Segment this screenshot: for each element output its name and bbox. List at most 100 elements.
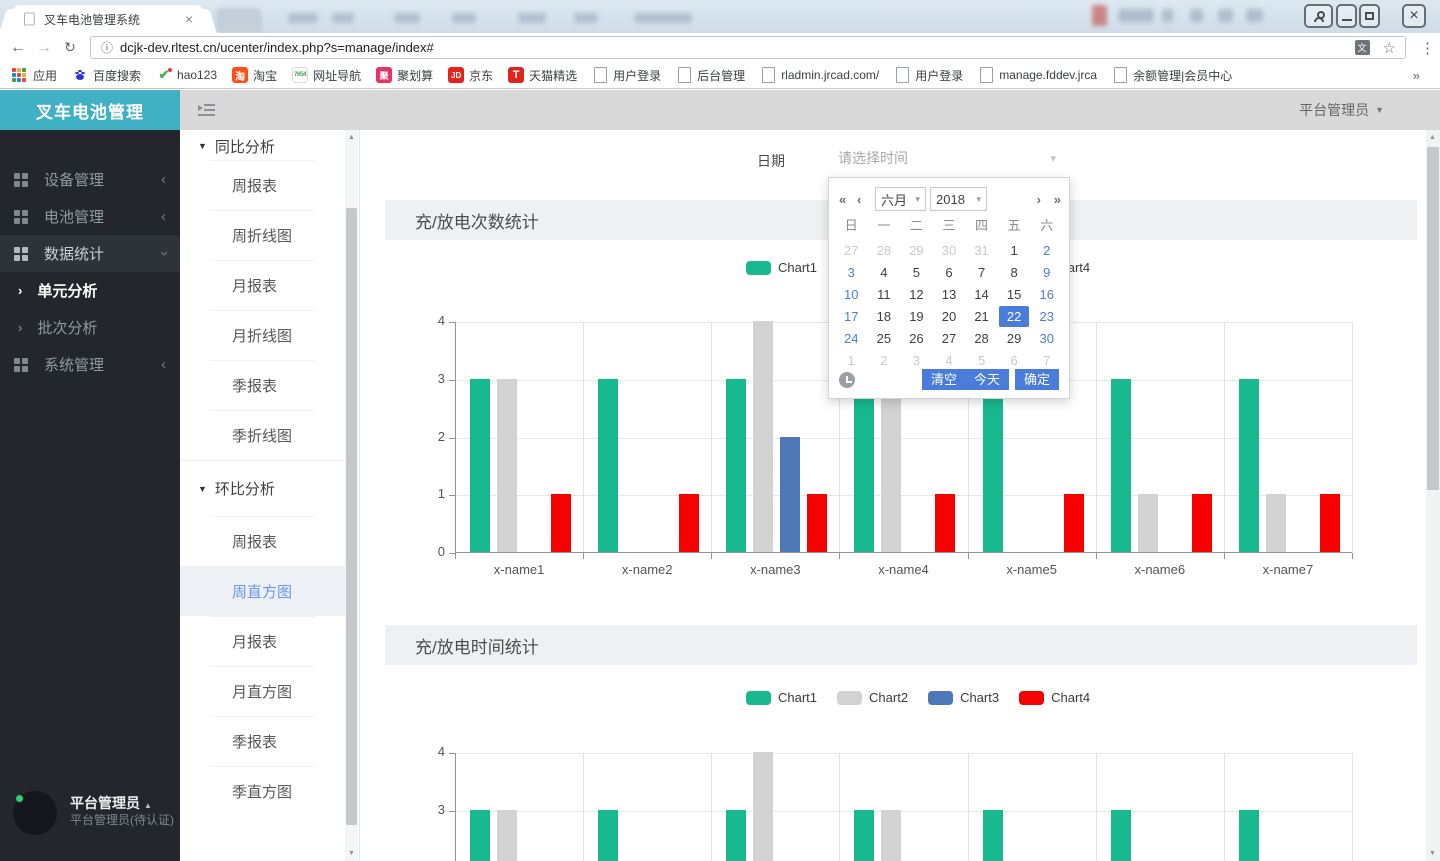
submenu-group-环比分析[interactable]: ▼环比分析 <box>180 460 345 516</box>
scroll-up-icon[interactable]: ▲ <box>345 130 358 145</box>
calendar-day-2[interactable]: 2 <box>1030 239 1063 261</box>
bookmark-item[interactable]: 后台管理 <box>676 67 745 84</box>
bookmarks-overflow-chevron[interactable]: » <box>1413 68 1428 83</box>
sidebar-user-block[interactable]: 平台管理员▲ 平台管理员(待认证) <box>0 785 180 857</box>
calendar-day-28[interactable]: 28 <box>965 327 998 349</box>
site-info-icon[interactable]: ⓘ <box>101 39 113 56</box>
bookmark-item[interactable]: 淘淘宝 <box>232 67 277 84</box>
scroll-up-icon[interactable]: ▲ <box>1426 130 1439 145</box>
bookmark-item[interactable]: T天猫精选 <box>508 67 577 84</box>
calendar-day-30[interactable]: 30 <box>933 239 966 261</box>
submenu-item-月报表[interactable]: 月报表 <box>180 616 345 666</box>
browser-profile-button[interactable] <box>1304 4 1333 28</box>
calendar-day-2[interactable]: 2 <box>868 349 901 371</box>
sidebar-item-设备管理[interactable]: 设备管理‹ <box>0 161 180 198</box>
calendar-day-14[interactable]: 14 <box>965 283 998 305</box>
sidebar-collapse-icon[interactable] <box>198 104 215 116</box>
calendar-day-24[interactable]: 24 <box>835 327 868 349</box>
forward-button[interactable]: → <box>32 33 56 62</box>
legend-item-Chart4[interactable]: Chart4 <box>1019 690 1090 705</box>
calendar-day-16[interactable]: 16 <box>1030 283 1063 305</box>
calendar-day-3[interactable]: 3 <box>835 261 868 283</box>
calendar-day-19[interactable]: 19 <box>900 305 933 327</box>
url-text[interactable]: dcjk-dev.rltest.cn/ucenter/index.php?s=m… <box>120 40 1355 55</box>
bookmark-item[interactable]: JD京东 <box>448 67 493 84</box>
bookmark-item[interactable]: 7654网址导航 <box>292 67 361 84</box>
date-select-input[interactable]: 请选择时间 ▾ <box>838 143 1062 173</box>
calendar-day-3[interactable]: 3 <box>900 349 933 371</box>
calendar-day-4[interactable]: 4 <box>868 261 901 283</box>
bookmark-item[interactable]: 百度搜索 <box>72 67 141 84</box>
scroll-down-icon[interactable]: ▼ <box>1426 846 1439 861</box>
clear-button[interactable]: 清空 <box>922 369 966 390</box>
browser-menu-icon[interactable]: ⋮ <box>1418 33 1436 62</box>
calendar-day-6[interactable]: 6 <box>998 349 1031 371</box>
prev-year-icon[interactable]: « <box>839 187 846 211</box>
submenu-item-周报表[interactable]: 周报表 <box>180 160 345 210</box>
url-bar[interactable]: ⓘ dcjk-dev.rltest.cn/ucenter/index.php?s… <box>90 36 1406 59</box>
prev-month-icon[interactable]: ‹ <box>857 187 861 211</box>
legend-item-Chart1[interactable]: Chart1 <box>746 260 817 275</box>
confirm-button[interactable]: 确定 <box>1015 369 1059 390</box>
topbar-user-menu[interactable]: 平台管理员 ▼ <box>1299 90 1384 130</box>
sidebar-item-批次分析[interactable]: ›批次分析 <box>0 309 180 346</box>
bookmark-item[interactable]: 用户登录 <box>592 67 661 84</box>
today-button[interactable]: 今天 <box>965 369 1009 390</box>
bookmark-apps[interactable]: 应用 <box>33 67 57 84</box>
legend-item-Chart1[interactable]: Chart1 <box>746 690 817 705</box>
sidebar-item-单元分析[interactable]: ›单元分析 <box>0 272 180 309</box>
submenu-item-月直方图[interactable]: 月直方图 <box>180 666 345 716</box>
calendar-day-4[interactable]: 4 <box>933 349 966 371</box>
calendar-day-15[interactable]: 15 <box>998 283 1031 305</box>
active-tab[interactable]: 叉车电池管理系统 × <box>12 5 204 33</box>
submenu-item-周报表[interactable]: 周报表 <box>180 516 345 566</box>
calendar-day-29[interactable]: 29 <box>998 327 1031 349</box>
calendar-day-7[interactable]: 7 <box>965 261 998 283</box>
calendar-day-9[interactable]: 9 <box>1030 261 1063 283</box>
calendar-day-7[interactable]: 7 <box>1030 349 1063 371</box>
window-maximize-button[interactable] <box>1359 4 1380 28</box>
calendar-day-11[interactable]: 11 <box>868 283 901 305</box>
calendar-day-29[interactable]: 29 <box>900 239 933 261</box>
clock-icon[interactable] <box>839 372 855 388</box>
calendar-day-10[interactable]: 10 <box>835 283 868 305</box>
sidebar-item-数据统计[interactable]: 数据统计‹ <box>0 235 180 272</box>
calendar-day-12[interactable]: 12 <box>900 283 933 305</box>
legend-item-Chart3[interactable]: Chart3 <box>928 690 999 705</box>
bookmark-item[interactable]: 用户登录 <box>894 67 963 84</box>
submenu-item-月报表[interactable]: 月报表 <box>180 260 345 310</box>
calendar-day-20[interactable]: 20 <box>933 305 966 327</box>
calendar-day-28[interactable]: 28 <box>868 239 901 261</box>
submenu-scrollbar[interactable]: ▲ ▼ <box>345 130 358 861</box>
calendar-day-27[interactable]: 27 <box>835 239 868 261</box>
bookmark-item[interactable]: manage.fddev.jrca <box>978 67 1097 83</box>
calendar-day-1[interactable]: 1 <box>998 239 1031 261</box>
calendar-day-1[interactable]: 1 <box>835 349 868 371</box>
bookmark-item[interactable]: ✔hao123 <box>156 67 217 83</box>
submenu-item-周折线图[interactable]: 周折线图 <box>180 210 345 260</box>
tab-close-icon[interactable]: × <box>183 11 195 27</box>
calendar-day-27[interactable]: 27 <box>933 327 966 349</box>
sidebar-item-系统管理[interactable]: 系统管理‹ <box>0 346 180 383</box>
main-scrollbar[interactable]: ▲ ▼ <box>1426 130 1440 861</box>
calendar-day-6[interactable]: 6 <box>933 261 966 283</box>
bookmark-star-icon[interactable]: ☆ <box>1383 39 1396 57</box>
calendar-day-31[interactable]: 31 <box>965 239 998 261</box>
next-year-icon[interactable]: » <box>1054 187 1061 211</box>
refresh-button[interactable]: ↻ <box>58 33 82 62</box>
calendar-day-25[interactable]: 25 <box>868 327 901 349</box>
submenu-item-季直方图[interactable]: 季直方图 <box>180 766 345 816</box>
scrollbar-thumb[interactable] <box>1427 147 1439 490</box>
calendar-day-17[interactable]: 17 <box>835 305 868 327</box>
legend-item-Chart2[interactable]: Chart2 <box>837 690 908 705</box>
calendar-day-8[interactable]: 8 <box>998 261 1031 283</box>
apps-grid-icon[interactable] <box>12 68 26 82</box>
bookmark-item[interactable]: rladmin.jrcad.com/ <box>760 67 879 83</box>
bookmark-item[interactable]: 余额管理|会员中心 <box>1112 67 1232 84</box>
window-close-button[interactable]: × <box>1402 4 1426 28</box>
year-select[interactable]: 2018 ▾ <box>930 187 987 211</box>
submenu-item-季报表[interactable]: 季报表 <box>180 716 345 766</box>
window-minimize-button[interactable] <box>1336 4 1357 28</box>
calendar-day-13[interactable]: 13 <box>933 283 966 305</box>
submenu-item-月折线图[interactable]: 月折线图 <box>180 310 345 360</box>
